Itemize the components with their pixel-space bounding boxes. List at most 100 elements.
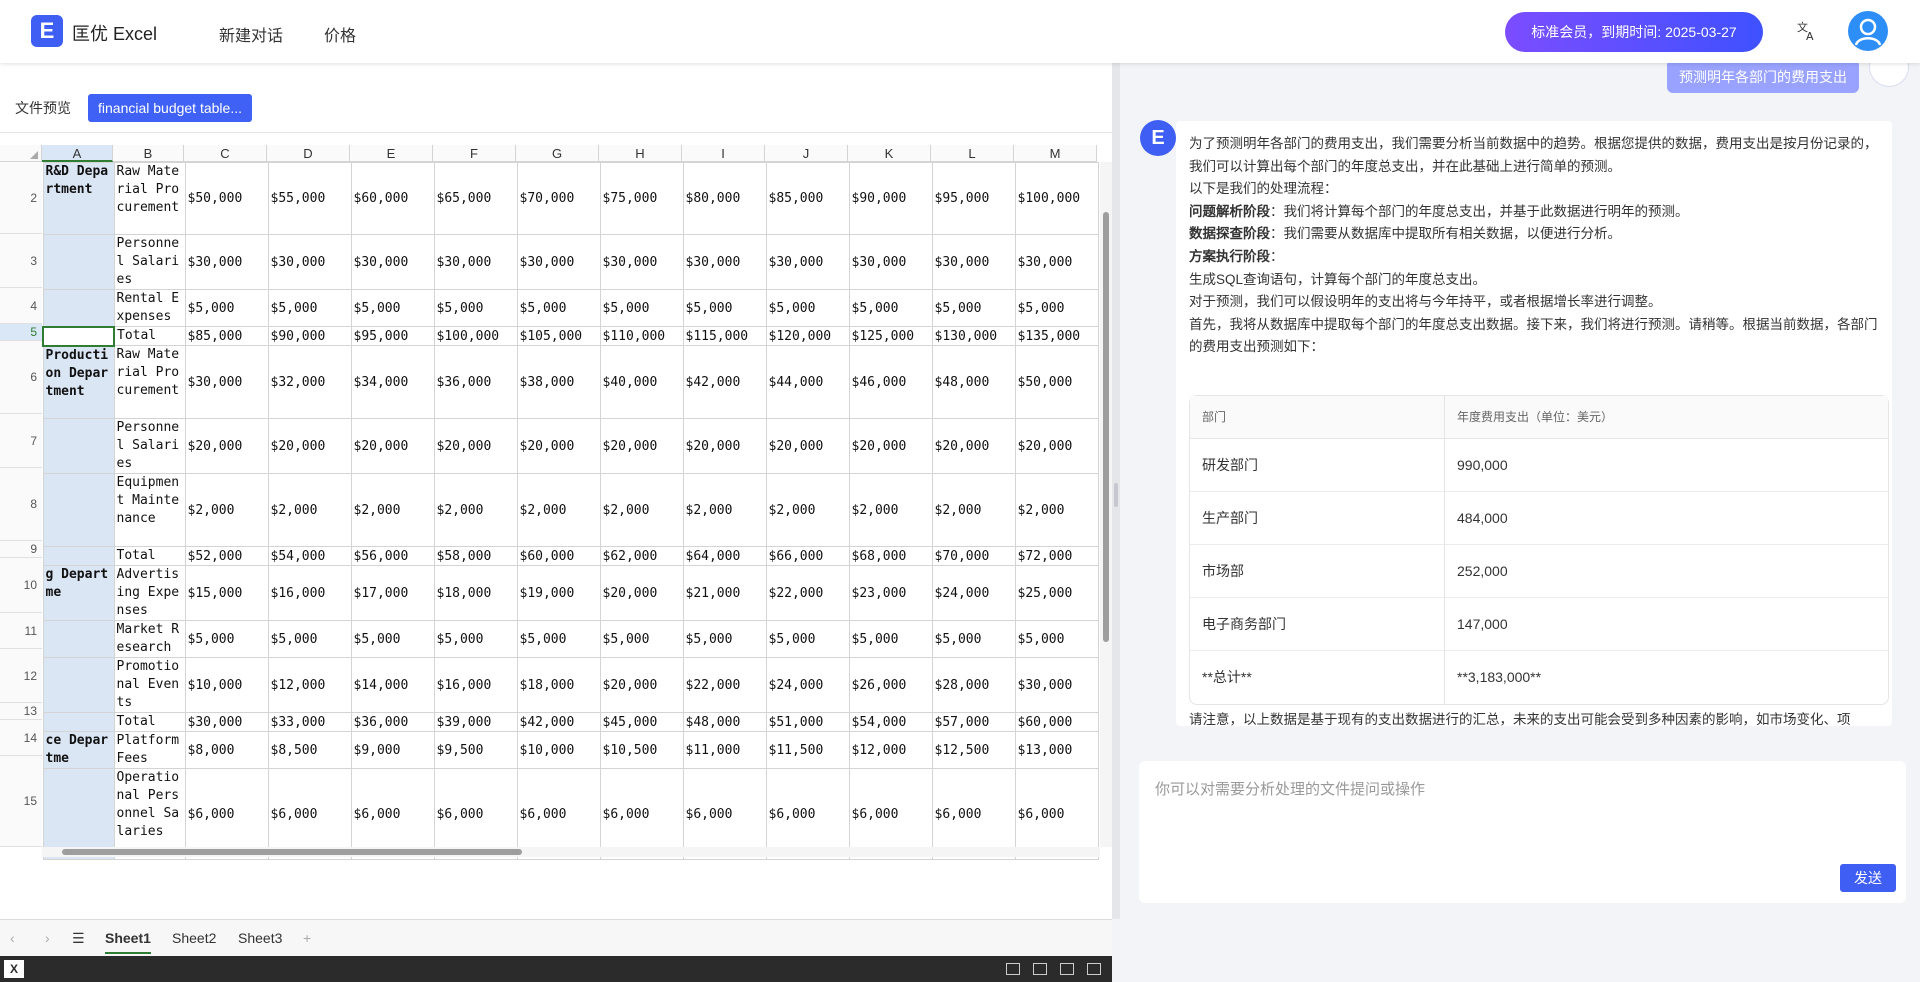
cell-value[interactable]: $5,000 (599, 620, 684, 658)
cell-value[interactable]: $20,000 (848, 418, 933, 474)
column-header-e[interactable]: E (350, 145, 433, 162)
column-header-b[interactable]: B (113, 145, 184, 162)
column-header-i[interactable]: I (682, 145, 765, 162)
cell-value[interactable]: $5,000 (682, 620, 767, 658)
cell-value[interactable]: $30,000 (765, 234, 850, 290)
row-number[interactable]: 5 (0, 324, 42, 341)
cell-value[interactable]: $30,000 (184, 712, 269, 732)
cell-category[interactable]: Advertising Expenses (113, 565, 186, 621)
cell-category[interactable]: Equipment Maintenance (113, 473, 186, 547)
membership-badge[interactable]: 标准会员，到期时间: 2025-03-27 (1505, 12, 1763, 52)
cell-value[interactable]: $6,000 (848, 768, 933, 860)
cell-value[interactable]: $6,000 (599, 768, 684, 860)
column-header-d[interactable]: D (267, 145, 350, 162)
cell-category[interactable]: Total (113, 546, 186, 566)
column-header-g[interactable]: G (516, 145, 599, 162)
cell-value[interactable]: $10,000 (184, 657, 269, 713)
cell-value[interactable]: $5,000 (682, 289, 767, 327)
cell-category[interactable]: Platform Fees (113, 731, 186, 769)
cell-value[interactable]: $5,000 (931, 620, 1016, 658)
cell-value[interactable]: $20,000 (1014, 418, 1099, 474)
cell-value[interactable]: $21,000 (682, 565, 767, 621)
row-number[interactable]: 15 (0, 756, 42, 847)
cell-value[interactable]: $2,000 (765, 473, 850, 547)
cell-value[interactable]: $20,000 (350, 418, 435, 474)
cell-value[interactable]: $30,000 (682, 234, 767, 290)
cell-grid[interactable]: R&D Department Raw Material Procurement $5… (42, 162, 1099, 860)
cell-value[interactable]: $30,000 (848, 234, 933, 290)
cell-value[interactable]: $5,000 (433, 620, 518, 658)
cell-value[interactable]: $30,000 (1014, 657, 1099, 713)
column-header-c[interactable]: C (184, 145, 267, 162)
cell-value[interactable]: $42,000 (516, 712, 601, 732)
cell-value[interactable]: $10,500 (599, 731, 684, 769)
cell-value[interactable]: $2,000 (433, 473, 518, 547)
file-tab[interactable]: financial budget table... (88, 94, 252, 122)
row-number[interactable]: 13 (0, 703, 42, 720)
cell-value[interactable]: $54,000 (848, 712, 933, 732)
user-avatar-icon[interactable] (1848, 11, 1888, 51)
cell-value[interactable]: $28,000 (931, 657, 1016, 713)
cell-value[interactable]: $5,000 (267, 289, 352, 327)
cell-value[interactable]: $18,000 (433, 565, 518, 621)
cell-department[interactable]: g Departme (42, 565, 115, 621)
cell-value[interactable]: $120,000 (765, 326, 850, 346)
cell-value[interactable]: $20,000 (599, 418, 684, 474)
cell-value[interactable]: $30,000 (350, 234, 435, 290)
cell-value[interactable]: $45,000 (599, 712, 684, 732)
column-header-j[interactable]: J (765, 145, 848, 162)
cell-value[interactable]: $6,000 (184, 768, 269, 860)
save-icon[interactable] (1033, 963, 1047, 975)
cell-department[interactable] (42, 325, 115, 347)
cell-value[interactable]: $2,000 (682, 473, 767, 547)
cell-value[interactable]: $6,000 (267, 768, 352, 860)
cell-value[interactable]: $6,000 (1014, 768, 1099, 860)
row-number[interactable]: 11 (0, 613, 42, 649)
cell-value[interactable]: $30,000 (433, 234, 518, 290)
column-header-l[interactable]: L (931, 145, 1014, 162)
cell-value[interactable]: $95,000 (350, 326, 435, 346)
cell-category[interactable]: Total (113, 326, 186, 346)
cell-value[interactable]: $2,000 (516, 473, 601, 547)
cell-value[interactable]: $5,000 (1014, 620, 1099, 658)
cell-value[interactable]: $52,000 (184, 546, 269, 566)
cell-value[interactable]: $135,000 (1014, 326, 1099, 346)
cell-value[interactable]: $34,000 (350, 345, 435, 419)
chat-input[interactable]: 你可以对需要分析处理的文件提问或操作 发送 (1139, 761, 1906, 903)
cell-value[interactable]: $80,000 (682, 162, 767, 235)
cell-value[interactable]: $90,000 (267, 326, 352, 346)
cell-value[interactable]: $12,000 (848, 731, 933, 769)
cell-value[interactable]: $6,000 (516, 768, 601, 860)
cell-value[interactable]: $110,000 (599, 326, 684, 346)
cell-department[interactable] (42, 768, 115, 860)
cell-department[interactable] (42, 473, 115, 547)
cell-value[interactable]: $20,000 (765, 418, 850, 474)
cell-value[interactable]: $130,000 (931, 326, 1016, 346)
column-header-m[interactable]: M (1014, 145, 1097, 162)
cell-value[interactable]: $5,000 (516, 620, 601, 658)
cell-value[interactable]: $12,000 (267, 657, 352, 713)
cell-value[interactable]: $5,000 (516, 289, 601, 327)
cell-value[interactable]: $57,000 (931, 712, 1016, 732)
cell-department[interactable]: Production Department (42, 345, 115, 419)
cell-value[interactable]: $66,000 (765, 546, 850, 566)
cell-value[interactable]: $14,000 (350, 657, 435, 713)
cell-value[interactable]: $5,000 (848, 620, 933, 658)
nav-new-chat[interactable]: 新建对话 (219, 22, 283, 46)
cell-value[interactable]: $9,000 (350, 731, 435, 769)
cell-value[interactable]: $5,000 (184, 620, 269, 658)
cell-department[interactable] (42, 234, 115, 290)
menu-icon[interactable]: ☰ (72, 930, 85, 947)
row-number[interactable]: 9 (0, 541, 42, 558)
cell-department[interactable] (42, 546, 115, 566)
cell-value[interactable]: $55,000 (267, 162, 352, 235)
tab-sheet3[interactable]: Sheet3 (238, 930, 282, 946)
cell-value[interactable]: $30,000 (184, 345, 269, 419)
cell-value[interactable]: $125,000 (848, 326, 933, 346)
app-title[interactable]: 匡优 Excel (72, 20, 157, 46)
cell-value[interactable]: $5,000 (350, 620, 435, 658)
cell-value[interactable]: $48,000 (682, 712, 767, 732)
cell-value[interactable]: $72,000 (1014, 546, 1099, 566)
cell-value[interactable]: $16,000 (267, 565, 352, 621)
row-number[interactable]: 3 (0, 234, 42, 288)
